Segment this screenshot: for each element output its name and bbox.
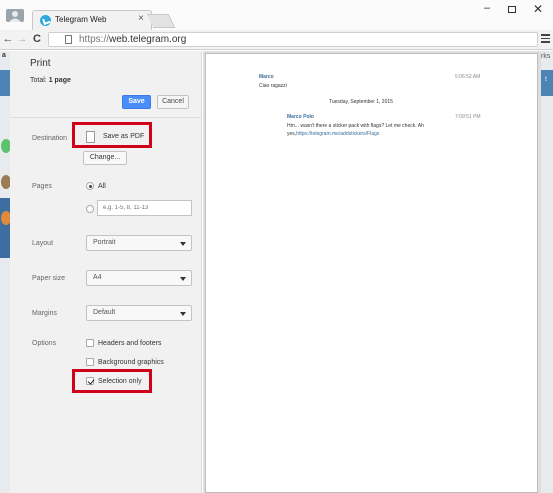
background-text: t <box>545 76 547 83</box>
address-bar[interactable]: https://web.telegram.org <box>48 32 538 47</box>
background-selected-row <box>0 198 10 258</box>
layout-select[interactable]: Portrait <box>86 235 192 251</box>
browser-tab[interactable]: Telegram Web × <box>32 10 152 30</box>
background-text: rks <box>541 53 551 60</box>
message-text-continued: yes,https://telegram.me/addstickers/Flag… <box>287 131 379 137</box>
background-graphics-checkbox[interactable] <box>86 358 94 366</box>
total-label: Total: <box>30 77 49 84</box>
message-time: 7:09:51 PM <box>455 114 481 120</box>
chevron-down-icon <box>180 312 186 316</box>
message-link[interactable]: https://telegram.me/addstickers/Flags <box>296 131 379 137</box>
print-preview: Marco Ciao ragazzi 5:06:52 AM Tuesday, S… <box>203 51 541 493</box>
options-label: Options <box>32 340 57 347</box>
tab-close-icon[interactable]: × <box>138 13 144 24</box>
message-text-word: yes, <box>287 131 297 137</box>
page-icon <box>65 35 72 44</box>
headers-footers-label: Headers and footers <box>98 340 162 347</box>
forward-icon[interactable]: → <box>16 33 28 45</box>
layout-label: Layout <box>32 240 54 247</box>
reload-icon[interactable]: C <box>31 33 43 45</box>
pages-range-input[interactable] <box>97 200 192 216</box>
headers-footers-checkbox[interactable] <box>86 339 94 347</box>
message-time: 5:06:52 AM <box>455 74 481 80</box>
print-title: Print <box>30 58 51 69</box>
menu-icon[interactable] <box>541 34 550 45</box>
chevron-down-icon <box>180 277 186 281</box>
message-text: Hm... wasn't there a sticker pack with f… <box>287 123 424 129</box>
layout-value: Portrait <box>93 239 116 246</box>
cancel-button[interactable]: Cancel <box>157 95 189 109</box>
margins-value: Default <box>93 309 116 316</box>
pages-all-label: All <box>98 183 106 190</box>
background-page-right <box>541 51 553 493</box>
background-graphics-label: Background graphics <box>98 359 164 366</box>
save-button[interactable]: Save <box>122 95 151 109</box>
url-host: web.telegram.org <box>109 34 187 45</box>
total-pages: Total: 1 page <box>30 77 71 84</box>
tab-title: Telegram Web <box>55 15 107 24</box>
selection-only-highlight <box>72 369 152 393</box>
message-text: Ciao ragazzi <box>259 83 287 89</box>
maximize-icon <box>508 6 516 13</box>
message-sender: Marco <box>259 74 274 80</box>
preview-page: Marco Ciao ragazzi 5:06:52 AM Tuesday, S… <box>205 53 538 493</box>
pages-all-radio[interactable] <box>86 182 94 190</box>
close-window-button[interactable]: ✕ <box>528 2 548 16</box>
background-header <box>0 70 10 96</box>
browser-toolbar: ← → C https://web.telegram.org <box>0 30 553 50</box>
total-value: 1 page <box>48 77 71 84</box>
divider <box>10 117 202 118</box>
background-page-left <box>0 51 11 493</box>
pages-custom-radio[interactable] <box>86 205 94 213</box>
background-text: a <box>2 52 6 59</box>
destination-highlight <box>72 122 152 148</box>
paper-size-label: Paper size <box>32 275 66 282</box>
margins-select[interactable]: Default <box>86 305 192 321</box>
margins-label: Margins <box>32 310 57 317</box>
print-settings-panel: Print Total: 1 page Save Cancel Destinat… <box>10 51 202 493</box>
message-sender: Marco Polo <box>287 114 314 120</box>
minimize-button[interactable]: – <box>477 2 497 14</box>
background-header <box>541 70 553 96</box>
paper-size-value: A4 <box>93 274 102 281</box>
user-icon[interactable] <box>6 8 24 23</box>
title-bar: Telegram Web × – ✕ <box>0 0 553 30</box>
pages-range-field[interactable] <box>98 201 191 215</box>
pages-label: Pages <box>32 183 52 190</box>
chevron-down-icon <box>180 242 186 246</box>
change-destination-button[interactable]: Change... <box>83 151 127 165</box>
telegram-icon <box>40 15 51 26</box>
back-icon[interactable]: ← <box>2 33 14 45</box>
paper-size-select[interactable]: A4 <box>86 270 192 286</box>
maximize-button[interactable] <box>502 4 522 16</box>
url-scheme: https:// <box>79 34 110 45</box>
date-separator: Tuesday, September 1, 2015 <box>329 99 393 105</box>
url-text: https://web.telegram.org <box>79 34 186 45</box>
destination-label: Destination <box>32 135 68 142</box>
